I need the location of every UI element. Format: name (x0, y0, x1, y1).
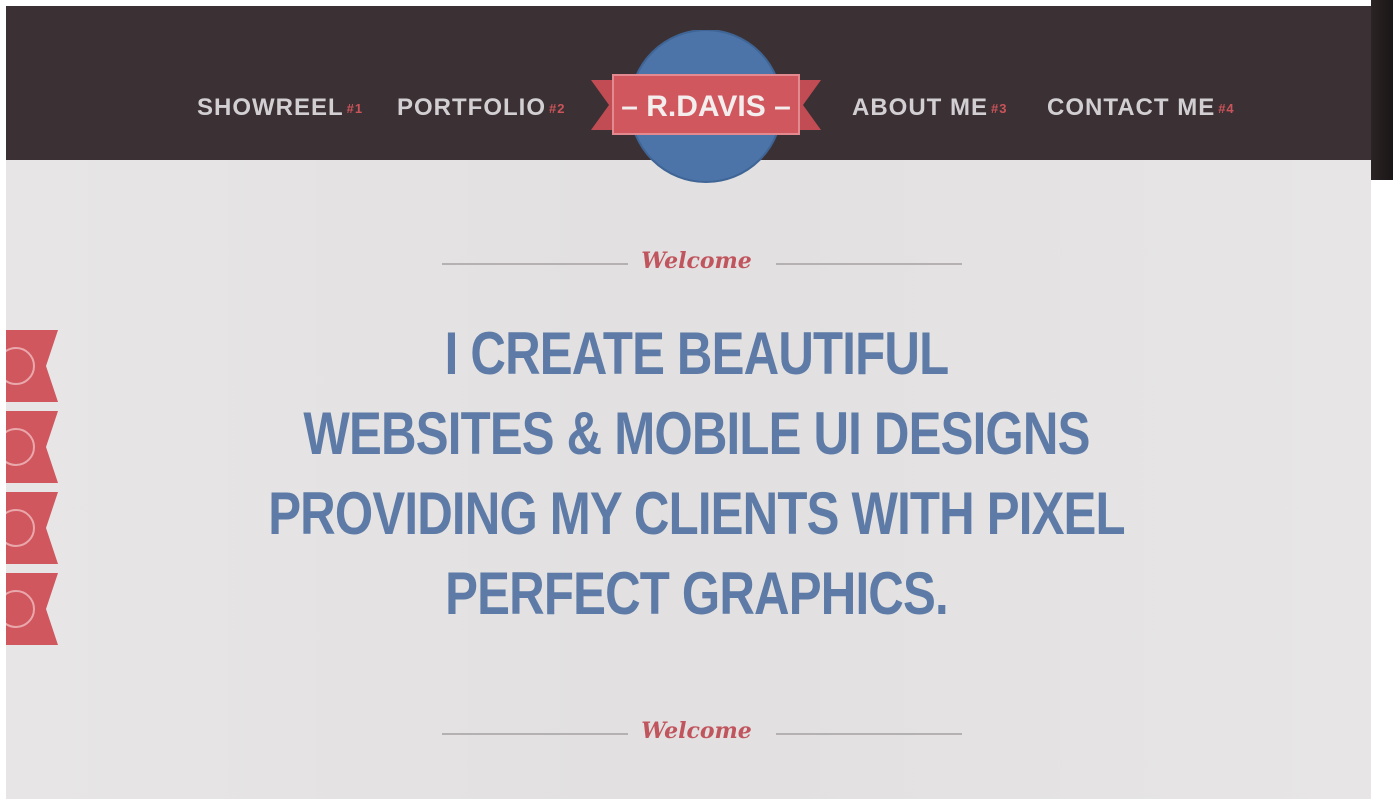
side-ribbon-4[interactable] (6, 573, 64, 645)
ribbon-icon (6, 492, 58, 564)
side-ribbon-2[interactable] (6, 411, 64, 483)
headline-line: WEBSITES & MOBILE UI DESIGNS (303, 400, 1090, 467)
nav-contact-me-number: #4 (1218, 101, 1235, 116)
nav-contact-me-label: CONTACT ME (1047, 94, 1216, 121)
headline-line: PROVIDING MY CLIENTS WITH PIXEL (268, 480, 1125, 547)
nav-about-me-number: #3 (991, 101, 1008, 116)
nav-portfolio-number: #2 (549, 101, 566, 116)
nav-portfolio[interactable]: PORTFOLIO #2 (397, 94, 565, 122)
nav-about-me[interactable]: ABOUT ME #3 (852, 94, 1007, 122)
welcome-heading: Welcome (641, 248, 752, 274)
headline-line: PERFECT GRAPHICS. (445, 560, 949, 627)
page-edge (1371, 0, 1393, 180)
headline-line: I CREATE BEAUTIFUL (444, 320, 949, 387)
ribbon-icon (6, 411, 58, 483)
nav-showreel-number: #1 (346, 101, 364, 116)
nav-about-me-label: ABOUT ME (852, 94, 988, 121)
page: SHOWREEL #1 PORTFOLIO #2 ABOUT ME #3 CONTAC… (0, 0, 1393, 799)
nav-showreel-label: SHOWREEL (197, 94, 344, 121)
hero-headline: I CREATE BEAUTIFUL WEBSITES & MOBILE UI … (125, 314, 1267, 634)
website-mockup: SHOWREEL #1 PORTFOLIO #2 ABOUT ME #3 CONTAC… (6, 6, 1371, 799)
logo-badge[interactable]: – R.DAVIS – (591, 30, 821, 190)
logo-text: – R.DAVIS – (621, 90, 791, 123)
nav-portfolio-label: PORTFOLIO (397, 94, 546, 121)
ribbon-icon (6, 330, 58, 402)
welcome-heading-bottom: Welcome (641, 718, 752, 744)
nav-contact-me[interactable]: CONTACT ME #4 (1047, 94, 1235, 122)
side-ribbon-1[interactable] (6, 330, 64, 402)
ribbon-icon (6, 573, 58, 645)
nav-showreel[interactable]: SHOWREEL #1 (197, 94, 363, 122)
side-ribbon-3[interactable] (6, 492, 64, 564)
